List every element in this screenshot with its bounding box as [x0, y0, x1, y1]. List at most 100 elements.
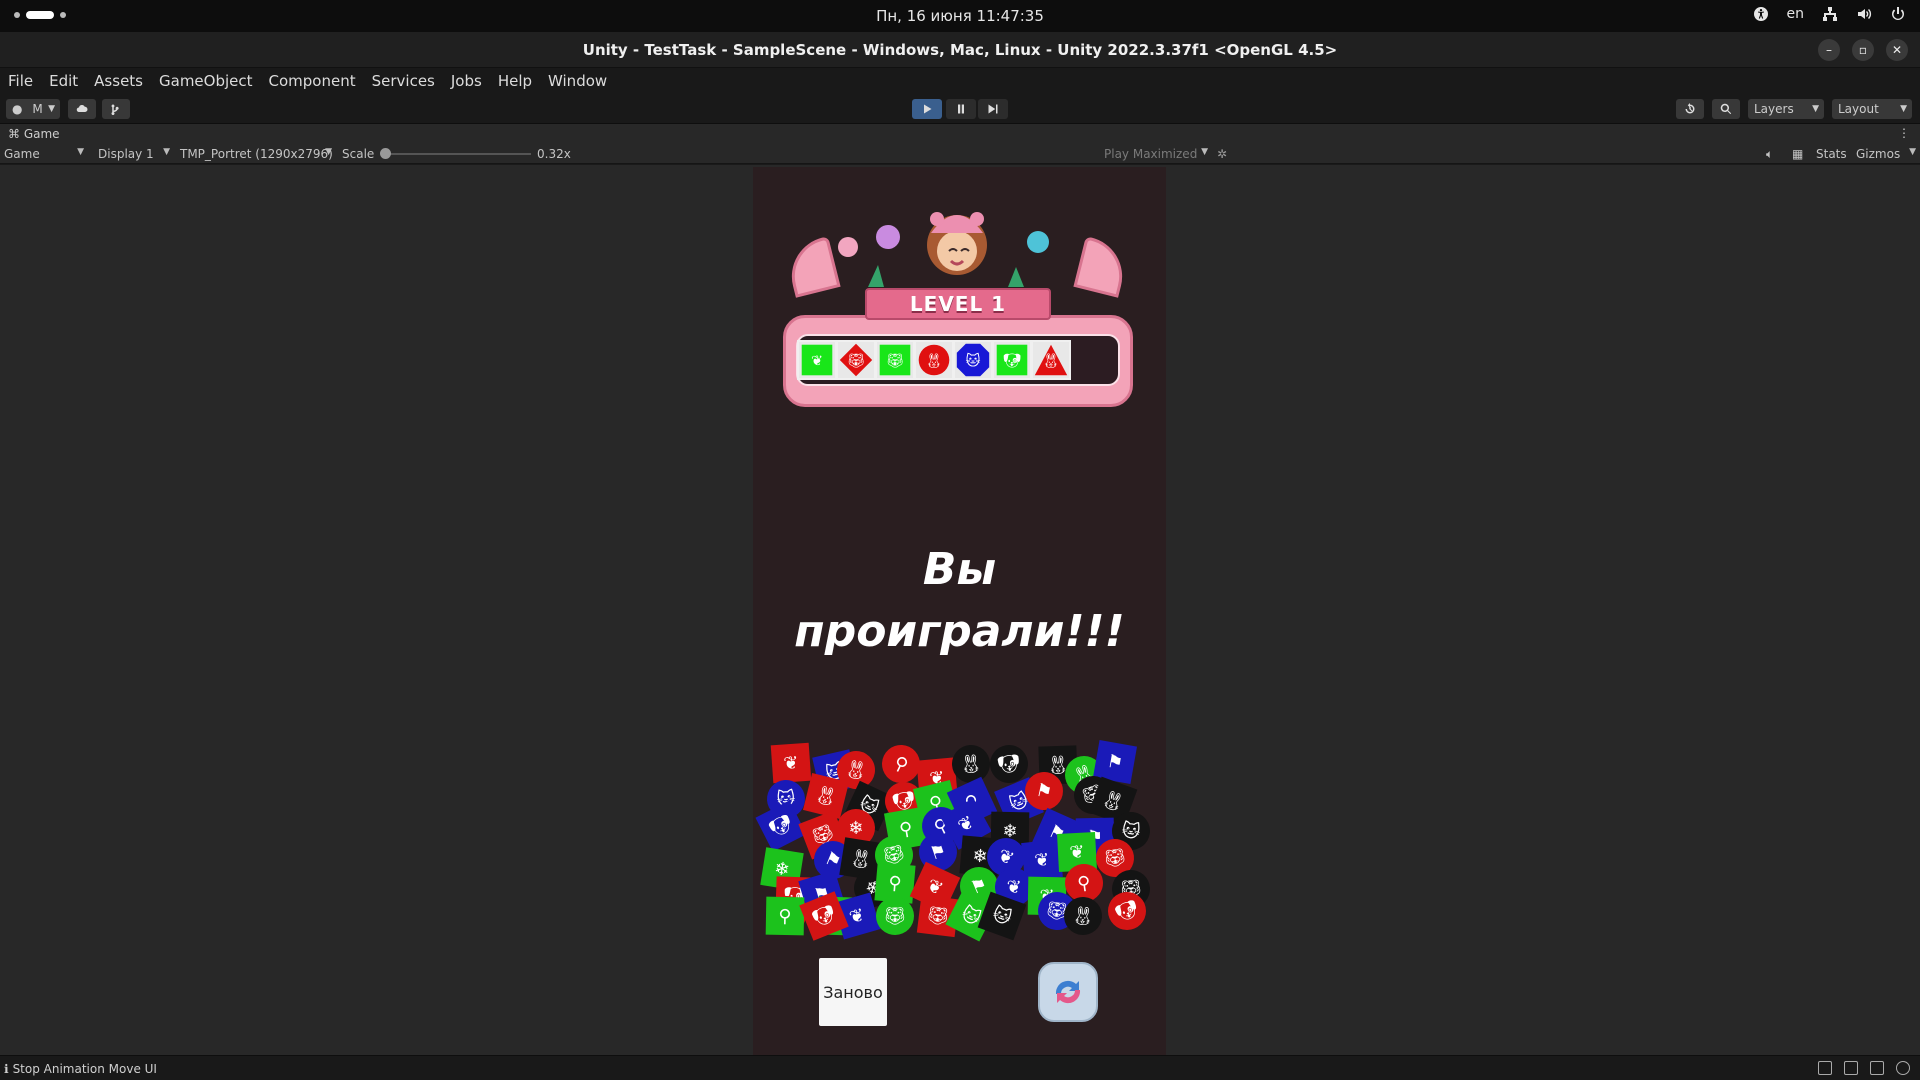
network-icon[interactable] [1822, 6, 1838, 22]
main-toolbar: ● M ▼ Layers ▼ Layout ▼ [0, 94, 1920, 124]
menu-help[interactable]: Help [498, 72, 532, 90]
game-mode-dropdown[interactable]: Game ▼ [4, 147, 88, 161]
window-title-bar: Unity - TestTask - SampleScene - Windows… [0, 32, 1920, 68]
game-tile[interactable]: ⚲ [765, 896, 805, 936]
menu-component[interactable]: Component [269, 72, 356, 90]
slot-3: 🐯︎ [875, 340, 915, 380]
play-mode-dropdown[interactable]: Play Maximized ▼ [1104, 147, 1208, 161]
menu-file[interactable]: File [8, 72, 33, 90]
svg-text:🐰︎: 🐰︎ [1042, 353, 1060, 369]
scale-slider-track[interactable] [386, 153, 531, 155]
language-indicator[interactable]: en [1787, 6, 1805, 22]
slot-2: 🐯︎ [836, 340, 876, 380]
tiger-icon: 🐯︎ [879, 344, 911, 376]
keyboard-icon[interactable]: ▦ [1792, 147, 1803, 161]
version-control-button[interactable] [102, 99, 130, 119]
level-banner: LEVEL 1 [865, 288, 1051, 320]
account-icon: ● [12, 102, 23, 116]
minimize-button[interactable]: – [1818, 39, 1840, 61]
status-message[interactable]: Stop Animation Move UI [13, 1062, 157, 1076]
balloons-decoration [838, 225, 1049, 287]
svg-text:🐶︎: 🐶︎ [1003, 353, 1021, 369]
pause-icon [958, 104, 964, 114]
close-button[interactable]: ✕ [1886, 39, 1908, 61]
history-button[interactable] [1676, 99, 1704, 119]
svg-text:❦: ❦ [811, 353, 823, 369]
system-tray: en [1753, 6, 1907, 22]
power-icon[interactable] [1890, 6, 1906, 22]
accessibility-icon[interactable] [1753, 6, 1769, 22]
search-icon [1720, 103, 1732, 115]
leaf-icon: ❦ [801, 344, 833, 376]
svg-text:🐰︎: 🐰︎ [925, 353, 943, 369]
system-clock[interactable]: Пн, 16 июня 11:47:35 [0, 7, 1920, 25]
tiger-icon: 🐯︎ [839, 343, 873, 377]
bug-icon[interactable]: ✲ [1217, 147, 1227, 161]
play-button[interactable] [912, 99, 942, 119]
debug-icon[interactable] [1818, 1061, 1832, 1075]
history-icon [1685, 103, 1695, 114]
refresh-icon [1055, 980, 1081, 1004]
rabbit-icon: 🐰︎ [918, 344, 950, 376]
tile-pile: ❦🐱︎🐰︎⚲❦🐰︎🐶︎🐰︎🐰︎⚑🐱︎🐰︎🐱︎🐶︎⚲⚲🐱︎⚑🐯︎🐰︎🐶︎🐯︎❄⚲⚲… [753, 707, 1166, 942]
tab-game[interactable]: ⌘ Game [8, 127, 60, 141]
menu-assets[interactable]: Assets [94, 72, 143, 90]
menu-edit[interactable]: Edit [49, 72, 78, 90]
cat-icon: 🐱︎ [956, 343, 990, 377]
window-title: Unity - TestTask - SampleScene - Windows… [582, 41, 1338, 59]
game-tile[interactable]: ❦ [770, 742, 812, 784]
game-tile[interactable]: 🐯︎ [875, 896, 915, 936]
menu-services[interactable]: Services [372, 72, 435, 90]
cache-icon[interactable] [1844, 1061, 1858, 1075]
scale-value: 0.32x [537, 147, 571, 161]
game-tile[interactable]: 🐰︎ [1062, 895, 1104, 937]
game-tile[interactable]: 🐰︎ [802, 772, 849, 819]
rabbit-icon: 🐰︎ [1034, 344, 1068, 376]
gamepad-icon: ⌘ [8, 127, 20, 141]
svg-text:🐯︎: 🐯︎ [886, 352, 904, 369]
audio-mute-icon[interactable]: 🔈︎ [1766, 147, 1773, 162]
more-options-icon[interactable]: ⋮ [1898, 126, 1910, 140]
step-button[interactable] [978, 99, 1008, 119]
scale-slider-handle[interactable] [380, 148, 391, 159]
stats-button[interactable]: Stats [1816, 147, 1847, 161]
svg-text:🐯︎: 🐯︎ [847, 352, 865, 369]
step-icon [988, 104, 998, 114]
menu-bar: File Edit Assets GameObject Component Se… [0, 68, 1920, 94]
game-over-text: Вы проиграли!!! [794, 544, 1125, 657]
account-dropdown[interactable]: ● M ▼ [6, 99, 60, 119]
play-icon [924, 104, 932, 114]
branch-icon [111, 104, 119, 115]
auto-generate-icon[interactable] [1870, 1061, 1884, 1075]
game-window-tab-strip: ⌘ Game ⋮ [0, 124, 1920, 144]
gizmos-dropdown[interactable]: Gizmos ▼ [1856, 147, 1916, 161]
game-canvas[interactable]: LEVEL 1 ❦ 🐯︎ 🐯︎ 🐰︎ 🐱︎ 🐶︎ 🐰︎ Вы проиграли!!! ❦ 🐱… [753, 167, 1166, 1055]
menu-window[interactable]: Window [548, 72, 607, 90]
progress-icon[interactable] [1896, 1061, 1910, 1075]
volume-icon[interactable] [1856, 6, 1872, 22]
pause-button[interactable] [946, 99, 976, 119]
info-icon: ℹ︎ [4, 1062, 9, 1076]
menu-jobs[interactable]: Jobs [451, 72, 482, 90]
restore-button[interactable]: ▫ [1852, 39, 1874, 61]
search-button[interactable] [1712, 99, 1740, 119]
refresh-button[interactable] [1038, 962, 1098, 1022]
cloud-icon [76, 104, 88, 112]
layout-dropdown[interactable]: Layout ▼ [1832, 99, 1912, 119]
display-dropdown[interactable]: Display 1 ▼ [98, 147, 172, 161]
scale-label: Scale [342, 147, 375, 161]
game-view-toolbar: Game ▼ Display 1 ▼ TMP_Portret (1290x2796)… [0, 144, 1920, 164]
layers-dropdown[interactable]: Layers ▼ [1748, 99, 1824, 119]
cloud-button[interactable] [68, 99, 96, 119]
restart-button[interactable]: Заново [819, 958, 887, 1026]
slot-5: 🐱︎ [953, 340, 993, 380]
menu-gameobject[interactable]: GameObject [159, 72, 253, 90]
game-tile[interactable]: 🐰︎ [950, 743, 991, 785]
status-bar: ℹ︎ Stop Animation Move UI [0, 1055, 1920, 1080]
slot-7: 🐰︎ [1031, 340, 1071, 380]
svg-text:🐱︎: 🐱︎ [965, 352, 980, 369]
dog-icon: 🐶︎ [996, 344, 1028, 376]
resolution-dropdown[interactable]: TMP_Portret (1290x2796) ▼ [180, 147, 334, 161]
system-top-bar: Пн, 16 июня 11:47:35 en [0, 0, 1920, 32]
slot-4: 🐰︎ [914, 340, 954, 380]
